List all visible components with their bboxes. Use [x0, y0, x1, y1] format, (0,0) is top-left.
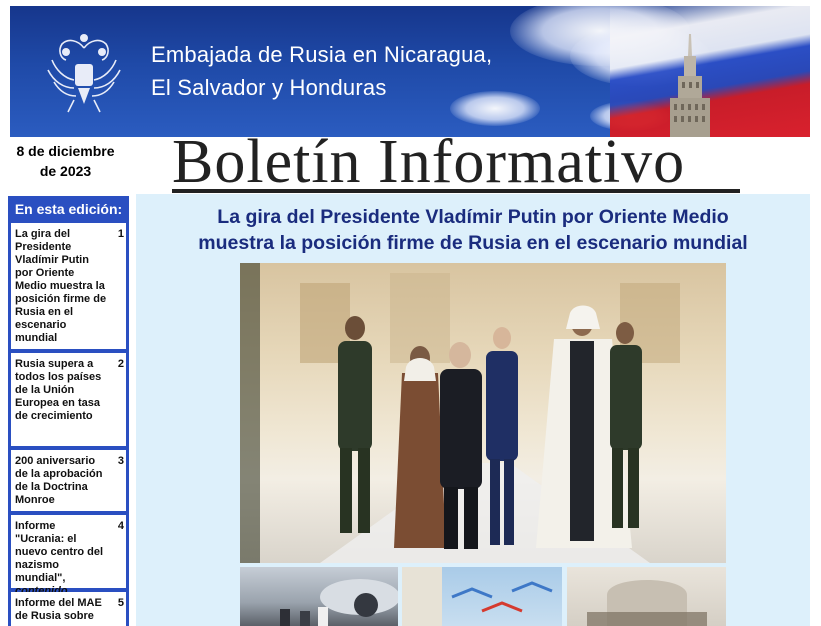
title-underline	[172, 189, 740, 193]
embassy-title-line1: Embajada de Rusia en Nicaragua,	[151, 42, 493, 67]
toc-item-title: Informe del MAE de Rusia sobre	[15, 597, 102, 622]
article-headline[interactable]: La gira del Presidente Vladímir Putin po…	[136, 204, 810, 256]
toc-item-number: 4	[117, 520, 124, 532]
toc-item-title: La gira del Presidente Vladímir Putin po…	[15, 228, 107, 344]
issue-date: 8 de diciembre de 2023	[12, 141, 119, 181]
toc-item-5[interactable]: Informe del MAE de Rusia sobre 5	[11, 592, 126, 626]
toc-item-number: 1	[117, 228, 124, 240]
toc-item-title-main: Informe "Ucrania: el nuevo centro del na…	[15, 520, 104, 584]
toc-item-2[interactable]: Rusia supera a todos los países de la Un…	[11, 353, 126, 446]
toc-item-number: 2	[117, 358, 124, 370]
thumbnail-photo-1[interactable]	[240, 567, 398, 626]
aerobatic-jets-scene	[402, 567, 553, 626]
thumbnail-photo-3[interactable]	[567, 567, 726, 626]
toc-item-number: 5	[117, 597, 124, 609]
toc-item-title: 200 aniversario de la aprobación de la D…	[15, 455, 103, 506]
toc-heading: En esta edición:	[14, 201, 123, 217]
thumbnail-photo-2[interactable]	[402, 567, 562, 626]
ministry-tower-icon	[670, 34, 710, 137]
airplane-scene	[280, 579, 398, 626]
issue-date-line1: 8 de diciembre	[16, 143, 115, 159]
toc-item-4[interactable]: Informe "Ucrania: el nuevo centro del na…	[11, 515, 126, 610]
article-headline-line1: La gira del Presidente Vladímir Putin po…	[217, 206, 729, 228]
lead-photo-scene	[240, 263, 680, 563]
header-banner: Embajada de Rusia en Nicaragua, El Salva…	[10, 6, 810, 137]
palace-arch-scene	[587, 580, 707, 626]
toc-item-1[interactable]: La gira del Presidente Vladímir Putin po…	[11, 223, 126, 349]
table-of-contents: En esta edición: La gira del Presidente …	[8, 196, 129, 626]
lead-photo[interactable]	[240, 263, 726, 563]
toc-item-title: Rusia supera a todos los países de la Un…	[15, 358, 102, 422]
toc-item-number: 3	[117, 455, 124, 467]
embassy-title: Embajada de Rusia en Nicaragua, El Salva…	[151, 38, 492, 104]
article-headline-line2: muestra la posición firme de Rusia en el…	[198, 232, 748, 254]
embassy-title-line2: El Salvador y Honduras	[151, 75, 387, 100]
issue-date-line2: de 2023	[39, 163, 92, 179]
toc-item-3[interactable]: 200 aniversario de la aprobación de la D…	[11, 450, 126, 511]
coat-of-arms-icon	[47, 34, 121, 113]
newsletter-title: Boletín Informativo	[172, 128, 686, 196]
